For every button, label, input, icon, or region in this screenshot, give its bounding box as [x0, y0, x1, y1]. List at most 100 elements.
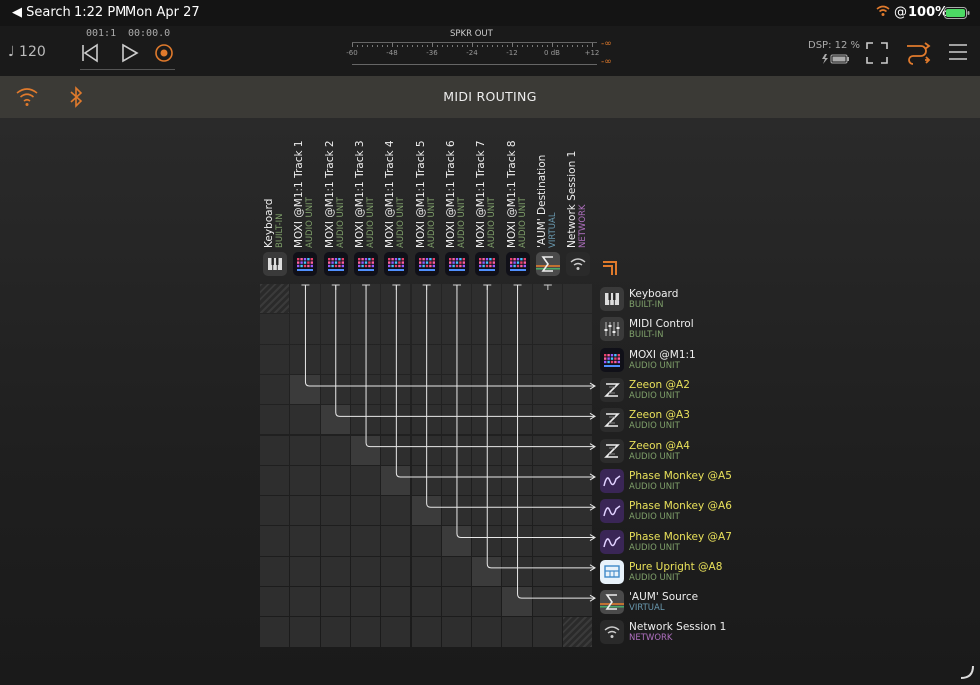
routing-cell[interactable]	[260, 314, 290, 344]
routing-cell[interactable]	[472, 556, 502, 586]
routing-cell[interactable]	[441, 526, 472, 556]
zeeon-icon[interactable]	[600, 438, 624, 463]
wifi-icon[interactable]	[566, 252, 591, 276]
routing-cell[interactable]	[502, 496, 532, 526]
routing-cell[interactable]	[502, 526, 532, 556]
routing-cell[interactable]	[290, 435, 320, 465]
routing-cell[interactable]	[290, 284, 320, 314]
routing-cell[interactable]	[411, 314, 441, 344]
routing-cell[interactable]	[260, 496, 290, 526]
moxi-icon[interactable]	[600, 347, 624, 372]
routing-cell[interactable]	[502, 465, 532, 496]
routing-cell[interactable]	[260, 405, 290, 435]
piano-keys-icon[interactable]	[600, 287, 624, 312]
routing-cell[interactable]	[381, 314, 411, 344]
moxi-icon[interactable]	[444, 252, 469, 276]
phase-monkey-icon[interactable]	[600, 468, 624, 493]
moxi-icon[interactable]	[293, 252, 318, 276]
routing-cell[interactable]	[502, 314, 532, 344]
routing-cell[interactable]	[260, 526, 290, 556]
piano-icon[interactable]	[600, 559, 624, 584]
routing-cell[interactable]	[381, 284, 411, 314]
routing-cell[interactable]	[532, 435, 562, 465]
routing-cell[interactable]	[320, 587, 350, 617]
routing-cell[interactable]	[290, 314, 320, 344]
wifi-icon[interactable]	[600, 620, 624, 645]
routing-cell[interactable]	[320, 526, 350, 556]
routing-cell[interactable]	[320, 405, 350, 435]
routing-cell[interactable]	[411, 405, 441, 435]
routing-cell[interactable]	[563, 526, 593, 556]
routing-cell[interactable]	[441, 344, 472, 374]
routing-cell[interactable]	[532, 344, 562, 374]
routing-cell[interactable]	[563, 314, 593, 344]
routing-cell[interactable]	[563, 405, 593, 435]
routing-cell[interactable]	[502, 617, 532, 647]
record-icon[interactable]	[154, 43, 174, 63]
routing-cell[interactable]	[472, 465, 502, 496]
routing-cell[interactable]	[411, 617, 441, 647]
back-to-search-link[interactable]: ◀ Search	[12, 5, 71, 20]
routing-cell[interactable]	[350, 284, 381, 314]
routing-cell[interactable]	[441, 284, 472, 314]
routing-cell[interactable]	[532, 374, 562, 405]
routing-cell[interactable]	[350, 587, 381, 617]
routing-cell[interactable]	[381, 587, 411, 617]
routing-cell[interactable]	[411, 465, 441, 496]
routing-cell[interactable]	[320, 284, 350, 314]
routing-cell[interactable]	[472, 496, 502, 526]
routing-cell[interactable]	[532, 556, 562, 586]
routing-cell[interactable]	[441, 587, 472, 617]
moxi-icon[interactable]	[505, 252, 530, 276]
routing-cell[interactable]	[320, 465, 350, 496]
routing-cell[interactable]	[472, 617, 502, 647]
routing-cell[interactable]	[441, 617, 472, 647]
routing-cell[interactable]	[320, 314, 350, 344]
routing-cell[interactable]	[502, 284, 532, 314]
routing-cell[interactable]	[260, 344, 290, 374]
routing-cell[interactable]	[350, 435, 381, 465]
routing-cell[interactable]	[320, 556, 350, 586]
routing-cell[interactable]	[320, 344, 350, 374]
routing-cell[interactable]	[290, 587, 320, 617]
moxi-icon[interactable]	[354, 252, 379, 276]
play-icon[interactable]	[120, 43, 140, 63]
routing-cell[interactable]	[472, 374, 502, 405]
menu-icon[interactable]	[948, 43, 968, 61]
routing-cell[interactable]	[441, 435, 472, 465]
routing-cell[interactable]	[532, 587, 562, 617]
routing-cell[interactable]	[320, 435, 350, 465]
routing-cell[interactable]	[320, 617, 350, 647]
routing-cell[interactable]	[411, 344, 441, 374]
routing-cell[interactable]	[350, 465, 381, 496]
routing-cell[interactable]	[532, 526, 562, 556]
sliders-icon[interactable]	[600, 317, 624, 342]
routing-cell[interactable]	[290, 374, 320, 405]
zeeon-icon[interactable]	[600, 408, 624, 433]
sigma-icon[interactable]	[535, 252, 560, 276]
routing-cell[interactable]	[563, 556, 593, 586]
routing-cell[interactable]	[502, 435, 532, 465]
resize-grip-icon[interactable]	[960, 664, 974, 683]
routing-cell[interactable]	[502, 405, 532, 435]
routing-cell[interactable]	[411, 556, 441, 586]
routing-cell[interactable]	[563, 284, 593, 314]
fullscreen-icon[interactable]	[866, 42, 888, 64]
routing-cell[interactable]	[411, 587, 441, 617]
routing-cell[interactable]	[381, 526, 411, 556]
routing-cell[interactable]	[532, 496, 562, 526]
routing-cell[interactable]	[260, 435, 290, 465]
routing-cell[interactable]	[260, 465, 290, 496]
routing-cell[interactable]	[441, 496, 472, 526]
routing-cell[interactable]	[563, 344, 593, 374]
routing-cell[interactable]	[532, 465, 562, 496]
routing-cell[interactable]	[290, 405, 320, 435]
routing-cell[interactable]	[350, 314, 381, 344]
piano-keys-icon[interactable]	[263, 252, 288, 276]
routing-cell[interactable]	[411, 526, 441, 556]
routing-cell[interactable]	[381, 405, 411, 435]
moxi-icon[interactable]	[475, 252, 500, 276]
routing-cell[interactable]	[502, 374, 532, 405]
routing-cell[interactable]	[472, 284, 502, 314]
routing-cell[interactable]	[350, 344, 381, 374]
